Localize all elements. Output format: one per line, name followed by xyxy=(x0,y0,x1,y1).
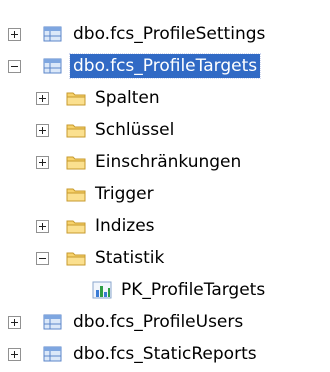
tree-node-spalten[interactable]: Spalten xyxy=(0,84,330,116)
folder-icon xyxy=(66,249,86,267)
tree-node-label[interactable]: Trigger xyxy=(92,182,157,206)
tree-node-label[interactable]: Indizes xyxy=(92,214,158,238)
tree-node-profile-settings[interactable]: dbo.fcs_ProfileSettings xyxy=(0,20,330,52)
expand-toggle-plus[interactable] xyxy=(36,124,49,137)
expand-toggle-plus[interactable] xyxy=(8,348,21,361)
statistics-icon xyxy=(92,281,112,299)
tree-node-label[interactable]: PK_ProfileTargets xyxy=(118,278,268,302)
table-icon xyxy=(43,25,63,43)
tree-node-label-selected[interactable]: dbo.fcs_ProfileTargets xyxy=(68,53,262,79)
table-icon xyxy=(43,0,63,1)
expand-toggle-plus[interactable] xyxy=(8,28,21,41)
tree-node-label[interactable]: dbo.fcs_StaticReports xyxy=(70,342,260,366)
expand-toggle-plus[interactable] xyxy=(8,316,21,329)
tree-node-indizes[interactable]: Indizes xyxy=(0,212,330,244)
tree-node-static-reports[interactable]: dbo.fcs_StaticReports xyxy=(0,340,330,372)
tree-node-profile-users[interactable]: dbo.fcs_ProfileUsers xyxy=(0,308,330,340)
tree-node-pk-profile-targets[interactable]: PK_ProfileTargets xyxy=(0,276,330,308)
expand-toggle-plus[interactable] xyxy=(36,156,49,169)
collapse-toggle-minus[interactable] xyxy=(8,60,21,73)
expand-toggle-plus[interactable] xyxy=(36,220,49,233)
tree-node-label[interactable]: Einschränkungen xyxy=(92,150,244,174)
object-explorer-tree: dbo.fcs_ProfileSettings dbo.fcs_ProfileT… xyxy=(0,0,330,364)
tree-node-label[interactable]: Schlüssel xyxy=(92,118,177,142)
tree-node-partial-top xyxy=(0,0,330,10)
folder-icon xyxy=(66,185,86,203)
collapse-toggle-minus[interactable] xyxy=(36,252,49,265)
tree-node-label[interactable]: Spalten xyxy=(92,86,163,110)
expand-toggle-plus[interactable] xyxy=(36,92,49,105)
table-icon xyxy=(43,313,63,331)
table-icon xyxy=(43,57,63,75)
tree-node-einschraenkungen[interactable]: Einschränkungen xyxy=(0,148,330,180)
tree-node-label[interactable]: dbo.fcs_ProfileSettings xyxy=(70,22,268,46)
tree-node-statistik[interactable]: Statistik xyxy=(0,244,330,276)
tree-node-profile-targets[interactable]: dbo.fcs_ProfileTargets xyxy=(0,52,330,84)
tree-node-label[interactable]: dbo.fcs_ProfileUsers xyxy=(70,310,246,334)
tree-node-trigger[interactable]: Trigger xyxy=(0,180,330,212)
tree-node-label[interactable]: Statistik xyxy=(92,246,167,270)
folder-icon xyxy=(66,121,86,139)
tree-node-schluessel[interactable]: Schlüssel xyxy=(0,116,330,148)
folder-icon xyxy=(66,89,86,107)
folder-icon xyxy=(66,153,86,171)
table-icon xyxy=(43,345,63,363)
folder-icon xyxy=(66,217,86,235)
